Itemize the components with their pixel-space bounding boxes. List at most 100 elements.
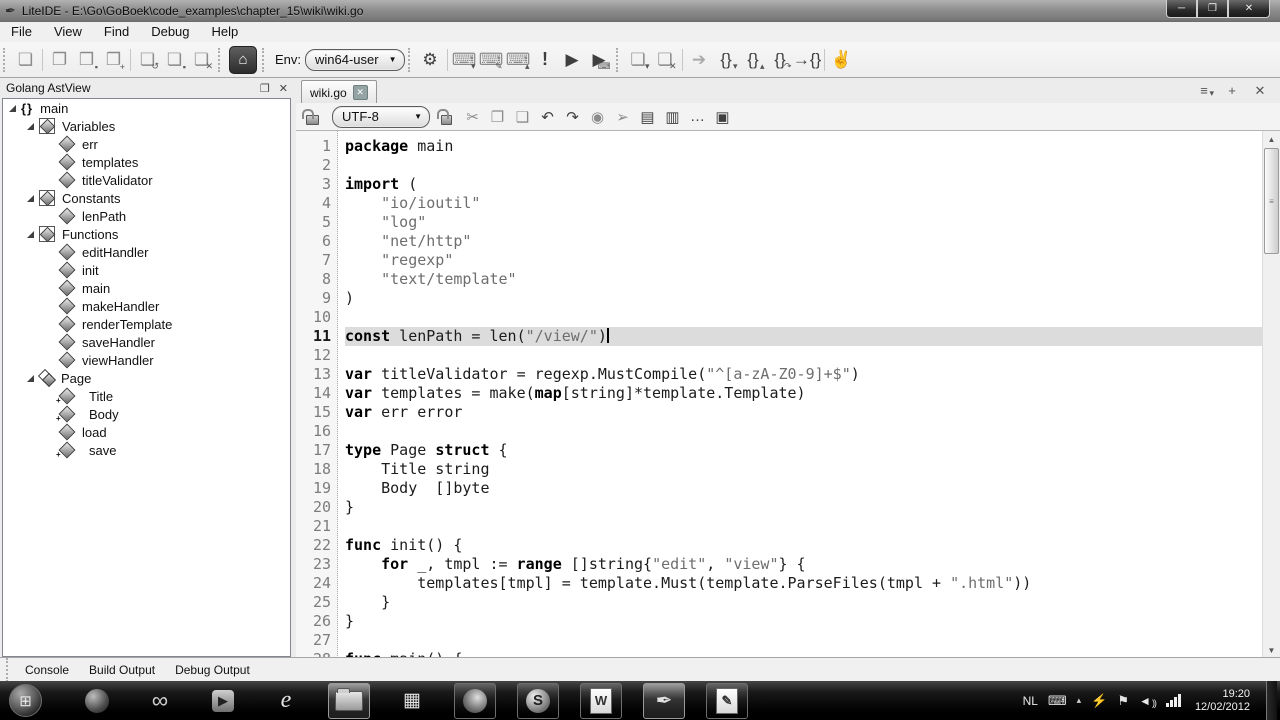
build-icon[interactable]: ⌨▾ [451,47,478,73]
output-tab-build-output[interactable]: Build Output [79,660,165,680]
copy-icon[interactable]: ❐ [485,105,510,129]
menu-help[interactable]: Help [201,22,250,42]
close-file-icon[interactable]: ❏✕ [188,47,215,73]
keyboard-icon[interactable]: ⌨ [1048,693,1067,709]
jump-to-icon[interactable]: ➔ [686,47,713,73]
fold-refresh-icon[interactable]: {}↷ [767,47,794,73]
expand-arrow-icon[interactable] [9,105,16,112]
taskbar-app-calculator[interactable]: ▦ [391,683,433,719]
expand-arrow-icon[interactable] [27,195,34,202]
tree-item-main[interactable]: {}main [3,99,290,117]
paste-icon[interactable]: ❑ [510,105,535,129]
network-icon[interactable] [1166,694,1181,707]
load-output-icon[interactable]: ❏▾ [625,47,652,73]
install-icon[interactable]: ⌨▴ [505,47,532,73]
code-text[interactable]: package mainimport ( "io/ioutil" "log" "… [345,131,1262,658]
hidden-icons-icon[interactable]: ▴ [1077,695,1082,706]
toolbar-grip[interactable] [408,48,412,72]
menu-file[interactable]: File [0,22,43,42]
fold-down-icon[interactable]: {}▾ [713,47,740,73]
toolbar-grip[interactable] [3,48,7,72]
home-icon[interactable]: ⌂ [229,46,257,74]
show-desktop-button[interactable] [1266,681,1277,720]
tree-item-err[interactable]: err [3,135,290,153]
volume-icon[interactable]: ◄)) [1139,694,1156,708]
window-titlebar[interactable]: ✒ LiteIDE - E:\Go\GoBoek\code_examples\c… [0,0,1280,23]
tree-item-init[interactable]: init [3,261,290,279]
undo-icon[interactable]: ↶ [535,105,560,129]
tab-wiki-go[interactable]: wiki.go ✕ [301,80,377,104]
taskbar-app-word[interactable]: W [580,683,622,719]
print-icon[interactable]: ▤ [635,105,660,129]
options-gear-icon[interactable]: ⚙ [417,47,444,73]
expand-arrow-icon[interactable] [27,231,34,238]
clean-icon[interactable]: ⌨✎ [478,47,505,73]
unlock-icon[interactable] [306,115,319,125]
goto-block-icon[interactable]: →{} [794,47,821,73]
redo-icon[interactable]: ↷ [560,105,585,129]
tree-item-lenPath[interactable]: lenPath [3,207,290,225]
output-bar-grip[interactable] [6,658,10,682]
taskbar-app-internet-explorer[interactable]: e [265,683,307,719]
tree-item-Title[interactable]: +Title [3,387,290,405]
tab-close-icon[interactable]: ✕ [353,85,368,100]
run-icon[interactable]: ▶ [559,47,586,73]
pan-mode-icon[interactable]: ✌ [828,47,855,73]
cut-icon[interactable]: ✂ [460,105,485,129]
split-tab-icon[interactable]: + [1220,81,1244,100]
tree-item-load[interactable]: load [3,423,290,441]
tray-clock[interactable]: 19:20 12/02/2012 [1195,688,1250,714]
expand-arrow-icon[interactable] [27,375,34,382]
tree-item-renderTemplate[interactable]: renderTemplate [3,315,290,333]
tree-item-save[interactable]: +save [3,441,290,459]
language-indicator[interactable]: NL [1023,694,1038,708]
taskbar-app-paint[interactable]: ✎ [706,683,748,719]
tree-item-Functions[interactable]: Functions [3,225,290,243]
export-icon[interactable]: ➢ [610,105,635,129]
taskbar-app-visual-studio[interactable]: ∞ [139,683,181,719]
taskbar-app-explorer[interactable] [328,683,370,719]
stop-icon[interactable]: ! [532,47,559,73]
fold-up-icon[interactable]: {}▴ [740,47,767,73]
close-button[interactable]: ✕ [1228,0,1270,18]
tree-item-viewHandler[interactable]: viewHandler [3,351,290,369]
close-tab-icon[interactable]: ✕ [1248,81,1272,100]
tree-item-Constants[interactable]: Constants [3,189,290,207]
tree-item-Body[interactable]: +Body [3,405,290,423]
tree-item-templates[interactable]: templates [3,153,290,171]
scroll-up-icon[interactable]: ▲ [1263,131,1280,147]
start-orb[interactable]: ⊞ [9,684,42,717]
toolbar-grip[interactable] [262,48,266,72]
scrollbar-thumb[interactable]: ≡ [1264,148,1279,254]
tab-list-icon[interactable]: ≡▾ [1192,81,1216,100]
build-and-run-icon[interactable]: ▶⌨ [586,47,613,73]
record-macro-icon[interactable]: ◉ [585,105,610,129]
float-panel-icon[interactable]: ❐ [260,82,270,95]
restore-button[interactable]: ❐ [1197,0,1228,18]
tree-item-Page[interactable]: Page [3,369,290,387]
print-preview-icon[interactable]: ▥ [660,105,685,129]
action-center-flag-icon[interactable]: ⚑ [1117,693,1129,709]
doc-outline-icon[interactable]: ▣ [710,105,735,129]
tree-item-makeHandler[interactable]: makeHandler [3,297,290,315]
taskbar-app-media-player[interactable]: ▶ [202,683,244,719]
menu-find[interactable]: Find [93,22,140,42]
close-panel-icon[interactable]: ✕ [279,82,288,95]
taskbar-app-messenger[interactable] [76,683,118,719]
more-icon[interactable]: … [685,105,710,129]
revert-file-icon[interactable]: ❏↺ [134,47,161,73]
new-file-icon[interactable]: ❏ [12,47,39,73]
save-file-icon[interactable]: ❒▪ [73,47,100,73]
scroll-down-icon[interactable]: ▼ [1263,642,1280,658]
clear-output-icon[interactable]: ❏✕ [652,47,679,73]
tree-item-saveHandler[interactable]: saveHandler [3,333,290,351]
menu-view[interactable]: View [43,22,93,42]
save-copy-icon[interactable]: ❏▪ [161,47,188,73]
tree-item-Variables[interactable]: Variables [3,117,290,135]
open-file-icon[interactable]: ❐ [46,47,73,73]
editor-scrollbar[interactable]: ▲ ≡ ▼ [1262,131,1280,658]
unlock-icon[interactable] [435,105,460,129]
menu-debug[interactable]: Debug [140,22,200,42]
minimize-button[interactable]: ─ [1166,0,1197,18]
encoding-select[interactable]: UTF-8 ▼ [332,106,430,128]
